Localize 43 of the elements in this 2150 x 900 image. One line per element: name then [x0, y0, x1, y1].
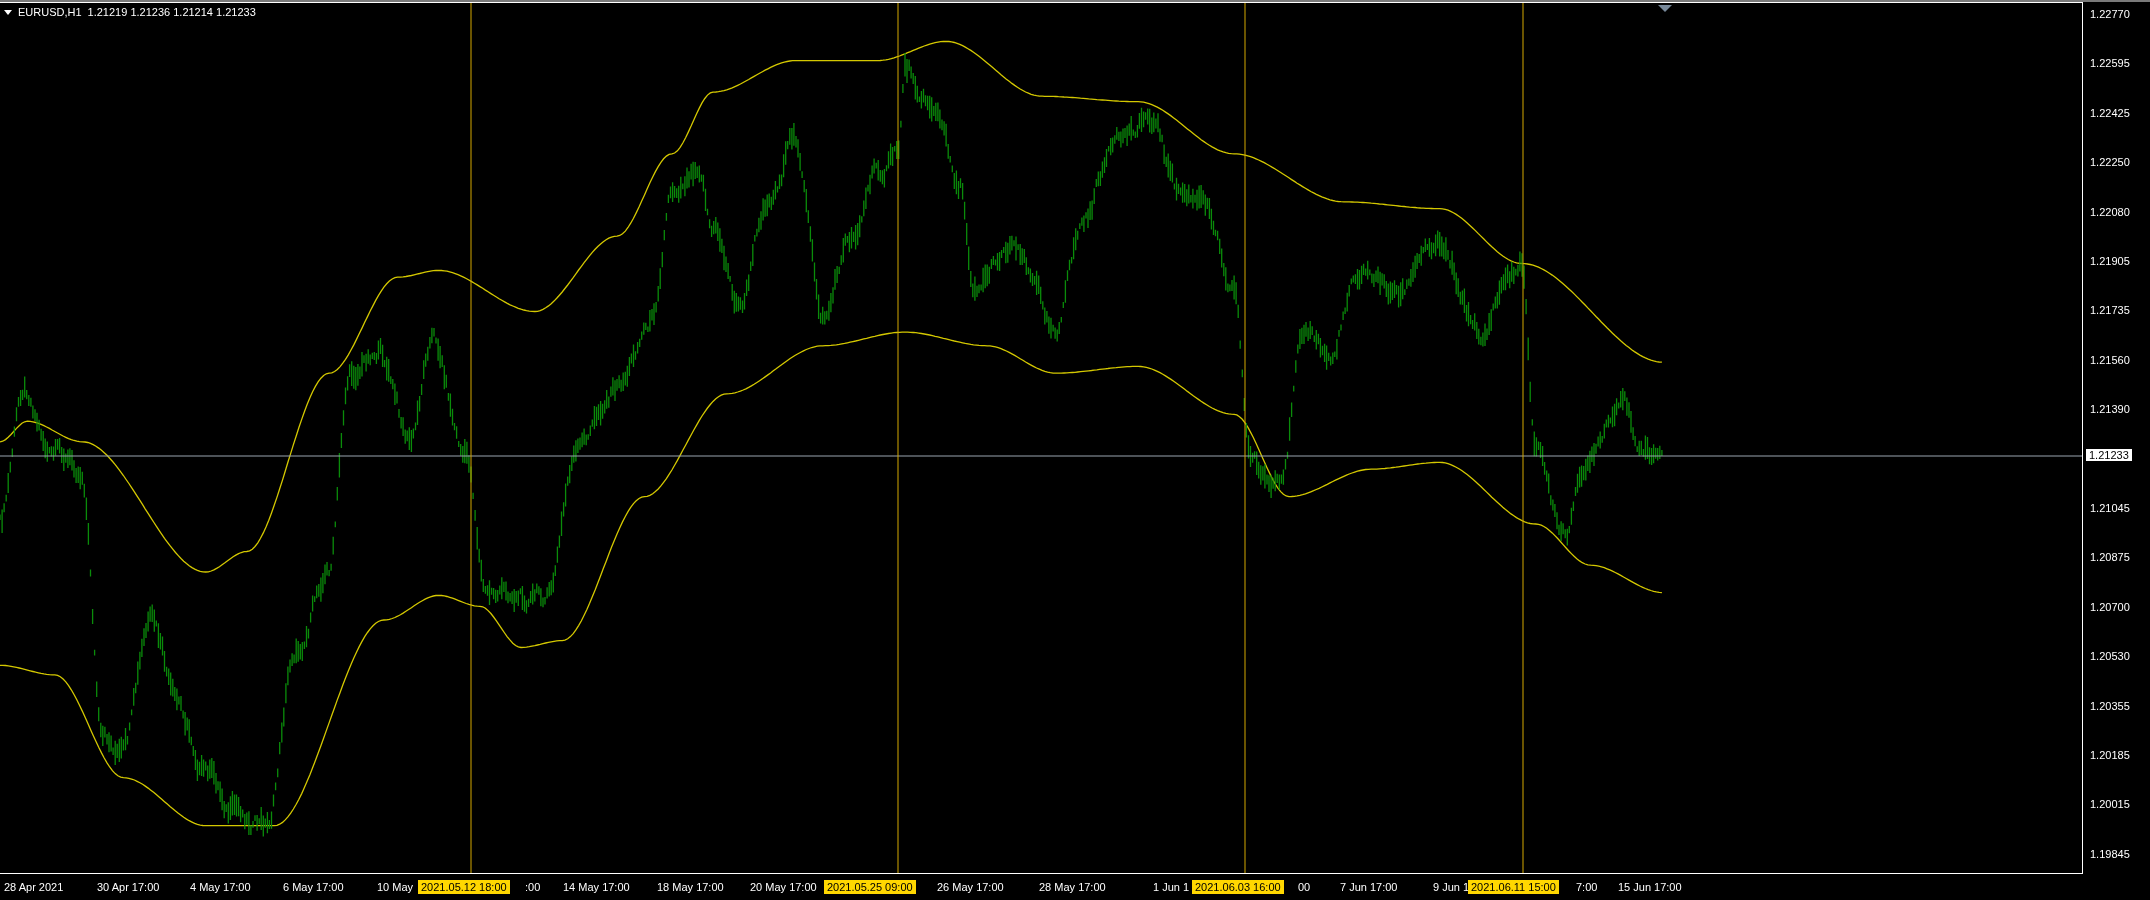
time-label: 10 May	[377, 881, 414, 893]
time-label: 28 May 17:00	[1039, 881, 1106, 893]
price-label: 1.21905	[2090, 255, 2130, 267]
time-marker-badge: 2021.06.03 16:00	[1192, 880, 1284, 894]
symbol-label: EURUSD,H1	[18, 6, 82, 18]
time-label: 7:00	[1576, 881, 1598, 893]
price-label: 1.21390	[2090, 403, 2130, 416]
time-label: 14 May 17:00	[563, 881, 630, 893]
time-label: :00	[525, 881, 541, 893]
price-label: 1.20015	[2090, 798, 2130, 811]
dropdown-icon[interactable]	[4, 9, 12, 15]
price-label: 1.20700	[2090, 600, 2130, 613]
price-label: 1.19845	[2090, 847, 2130, 860]
price-label: 1.20185	[2090, 749, 2130, 761]
current-price-badge: 1.21233	[2086, 449, 2132, 461]
time-label: 28 Apr 2021	[4, 881, 64, 893]
shift-marker-icon[interactable]	[1658, 5, 1672, 12]
price-label: 1.21735	[2090, 304, 2130, 317]
time-label: 9 Jun 1	[1433, 881, 1470, 893]
price-label: 1.22595	[2090, 57, 2130, 70]
price-label: 1.22770	[2090, 8, 2130, 20]
time-label: 7 Jun 17:00	[1340, 881, 1398, 893]
price-label: 1.22080	[2090, 205, 2130, 218]
time-label: 4 May 17:00	[190, 881, 251, 893]
time-label: 30 Apr 17:00	[97, 881, 160, 893]
time-label: 20 May 17:00	[750, 881, 817, 893]
price-label: 1.21045	[2090, 502, 2130, 514]
time-label: 6 May 17:00	[283, 881, 344, 893]
price-label: 1.20875	[2090, 551, 2130, 564]
price-label: 1.22250	[2090, 156, 2130, 169]
time-label: 1 Jun 1	[1153, 881, 1190, 893]
price-label: 1.22425	[2090, 106, 2130, 119]
time-label: 18 May 17:00	[657, 881, 724, 893]
time-marker-badge: 2021.05.12 18:00	[418, 880, 510, 894]
time-label: 15 Jun 17:00	[1618, 881, 1682, 893]
time-marker-badge: 2021.05.25 09:00	[824, 880, 916, 894]
time-label: 00	[1298, 881, 1311, 893]
quotes-label: 1.21219 1.21236 1.21214 1.21233	[87, 6, 256, 18]
price-label: 1.21560	[2090, 353, 2130, 366]
time-marker-badge: 2021.06.11 15:00	[1468, 880, 1559, 894]
price-label: 1.20355	[2090, 699, 2130, 712]
price-label: 1.20530	[2090, 650, 2130, 663]
time-label: 26 May 17:00	[937, 881, 1004, 893]
